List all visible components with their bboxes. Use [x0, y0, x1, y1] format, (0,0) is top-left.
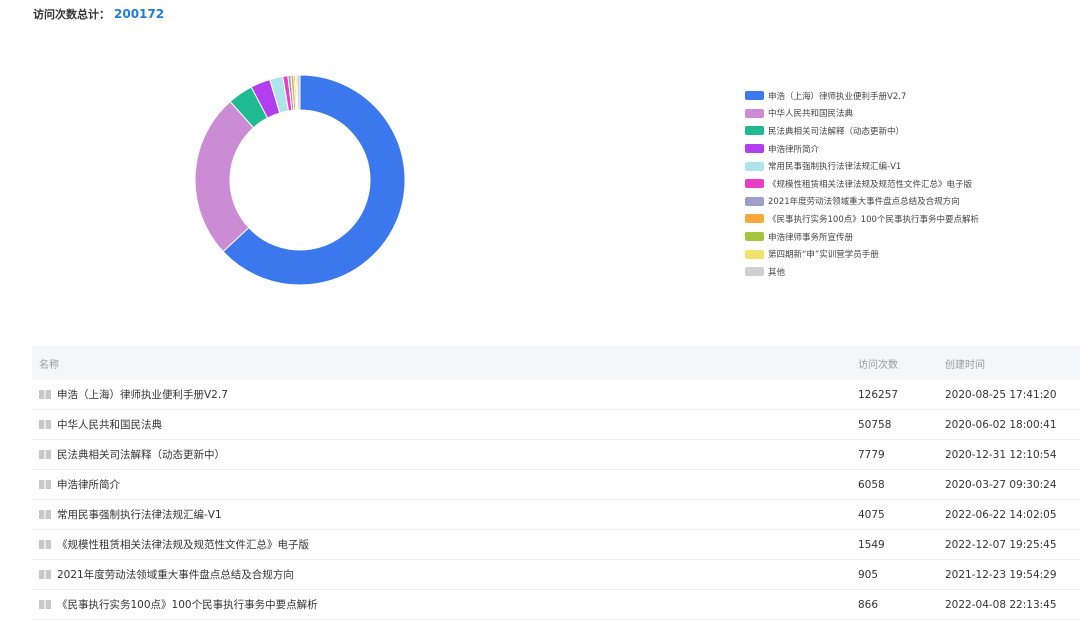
row-name[interactable]: 民法典相关司法解释（动态更新中） [57, 447, 225, 462]
legend-item[interactable]: 申浩律所简介 [745, 140, 979, 158]
legend-label: 2021年度劳动法领域重大事件盘点总结及合规方向 [768, 197, 960, 208]
legend-label: 申浩律所简介 [768, 144, 820, 155]
legend-label: 《民事执行实务100点》100个民事执行事务中要点解析 [768, 214, 979, 225]
column-header-count: 访问次数 [858, 359, 898, 371]
row-date: 2020-12-31 12:10:54 [945, 448, 1057, 461]
table-body: 申浩（上海）律师执业便利手册V2.7 126257 2020-08-25 17:41… [32, 380, 1080, 620]
legend-label: 其他 [768, 267, 786, 278]
chart-legend: 申浩（上海）律师执业便利手册V2.7 中华人民共和国民法典民法典相关司法解释（动态… [745, 87, 979, 281]
row-name[interactable]: 2021年度劳动法领域重大事件盘点总结及合规方向 [57, 567, 294, 582]
legend-item[interactable]: 《民事执行实务100点》100个民事执行事务中要点解析 [745, 210, 979, 228]
book-icon [39, 390, 51, 399]
table-row[interactable]: 中华人民共和国民法典 50758 2020-06-02 18:00:41 [32, 410, 1080, 440]
row-date: 2022-12-07 19:25:45 [945, 538, 1057, 551]
visits-table: 名称 访问次数 创建时间 申浩（上海）律师执业便利手册V2.7 126257 202… [32, 346, 1080, 620]
row-name[interactable]: 申浩（上海）律师执业便利手册V2.7 [57, 387, 228, 402]
book-icon [39, 480, 51, 489]
legend-swatch [745, 91, 764, 101]
row-name-cell: 《民事执行实务100点》100个民事执行事务中要点解析 [32, 597, 858, 612]
row-name-cell: 2021年度劳动法领域重大事件盘点总结及合规方向 [32, 567, 858, 582]
row-name-cell: 常用民事强制执行法律法规汇编-V1 [32, 507, 858, 522]
row-name[interactable]: 《规模性租赁相关法律法规及规范性文件汇总》电子版 [57, 537, 309, 552]
row-name-cell: 申浩（上海）律师执业便利手册V2.7 [32, 387, 858, 402]
legend-item[interactable]: 第四期新“申”实训营学员手册 [745, 245, 979, 263]
legend-label: 常用民事强制执行法律法规汇编-V1 [768, 162, 902, 173]
legend-swatch [745, 179, 764, 189]
legend-item[interactable]: 2021年度劳动法领域重大事件盘点总结及合规方向 [745, 193, 979, 211]
book-icon [39, 570, 51, 579]
row-date: 2020-06-02 18:00:41 [945, 418, 1057, 431]
row-name[interactable]: 常用民事强制执行法律法规汇编-V1 [57, 507, 222, 522]
row-name-cell: 申浩律所简介 [32, 477, 858, 492]
column-header-date: 创建时间 [945, 359, 985, 371]
row-count: 7779 [858, 448, 885, 461]
column-header-name: 名称 [39, 359, 59, 371]
row-count: 6058 [858, 478, 885, 491]
pie-slice[interactable] [296, 74, 301, 111]
table-row[interactable]: 2021年度劳动法领域重大事件盘点总结及合规方向 905 2021-12-23 19… [32, 560, 1080, 590]
legend-swatch [745, 267, 764, 277]
row-count: 126257 [858, 388, 899, 401]
legend-item[interactable]: 《规模性租赁相关法律法规及规范性文件汇总》电子版 [745, 175, 979, 193]
row-name-cell: 民法典相关司法解释（动态更新中） [32, 447, 858, 462]
legend-swatch [745, 232, 764, 242]
legend-swatch [745, 126, 764, 136]
pie-slice[interactable] [194, 100, 255, 253]
legend-swatch [745, 196, 764, 206]
legend-label: 《规模性租赁相关法律法规及规范性文件汇总》电子版 [768, 179, 973, 190]
table-header: 名称 访问次数 创建时间 [32, 346, 1080, 380]
book-icon [39, 420, 51, 429]
table-row[interactable]: 申浩（上海）律师执业便利手册V2.7 126257 2020-08-25 17:41… [32, 380, 1080, 410]
legend-label: 中华人民共和国民法典 [768, 109, 854, 120]
row-name[interactable]: 中华人民共和国民法典 [57, 417, 162, 432]
total-visits: 访问次数总计： 200172 [33, 6, 164, 22]
row-name-cell: 中华人民共和国民法典 [32, 417, 858, 432]
donut-chart [194, 74, 406, 286]
legend-item[interactable]: 申浩律师事务所宣传册 [745, 228, 979, 246]
book-icon [39, 540, 51, 549]
row-count: 50758 [858, 418, 892, 431]
row-date: 2021-12-23 19:54:29 [945, 568, 1057, 581]
row-name-cell: 《规模性租赁相关法律法规及规范性文件汇总》电子版 [32, 537, 858, 552]
legend-item[interactable]: 申浩（上海）律师执业便利手册V2.7 [745, 87, 979, 105]
book-icon [39, 600, 51, 609]
row-count: 1549 [858, 538, 885, 551]
row-count: 4075 [858, 508, 885, 521]
legend-swatch [745, 108, 764, 118]
legend-label: 申浩律师事务所宣传册 [768, 232, 854, 243]
legend-swatch [745, 249, 764, 259]
book-icon [39, 510, 51, 519]
row-date: 2020-03-27 09:30:24 [945, 478, 1057, 491]
row-count: 866 [858, 598, 879, 611]
total-visits-label: 访问次数总计： [33, 8, 110, 21]
row-date: 2020-08-25 17:41:20 [945, 388, 1057, 401]
table-row[interactable]: 《规模性租赁相关法律法规及规范性文件汇总》电子版 1549 2022-12-07 1… [32, 530, 1080, 560]
legend-label: 第四期新“申”实训营学员手册 [768, 250, 879, 261]
table-row[interactable]: 《民事执行实务100点》100个民事执行事务中要点解析 866 2022-04-08… [32, 590, 1080, 620]
legend-item[interactable]: 常用民事强制执行法律法规汇编-V1 [745, 157, 979, 175]
legend-item[interactable]: 中华人民共和国民法典 [745, 105, 979, 123]
table-row[interactable]: 申浩律所简介 6058 2020-03-27 09:30:24 [32, 470, 1080, 500]
row-count: 905 [858, 568, 879, 581]
legend-swatch [745, 161, 764, 171]
legend-swatch [745, 214, 764, 224]
legend-item[interactable]: 民法典相关司法解释（动态更新中） [745, 122, 979, 140]
row-name[interactable]: 申浩律所简介 [57, 477, 120, 492]
row-date: 2022-06-22 14:02:05 [945, 508, 1057, 521]
legend-item[interactable]: 其他 [745, 263, 979, 281]
legend-label: 申浩（上海）律师执业便利手册V2.7 [768, 91, 907, 102]
row-name[interactable]: 《民事执行实务100点》100个民事执行事务中要点解析 [57, 597, 318, 612]
total-visits-value: 200172 [114, 7, 165, 21]
table-row[interactable]: 常用民事强制执行法律法规汇编-V1 4075 2022-06-22 14:02:05 [32, 500, 1080, 530]
row-date: 2022-04-08 22:13:45 [945, 598, 1057, 611]
legend-label: 民法典相关司法解释（动态更新中） [768, 126, 905, 137]
legend-swatch [745, 144, 764, 154]
book-icon [39, 450, 51, 459]
table-row[interactable]: 民法典相关司法解释（动态更新中） 7779 2020-12-31 12:10:54 [32, 440, 1080, 470]
